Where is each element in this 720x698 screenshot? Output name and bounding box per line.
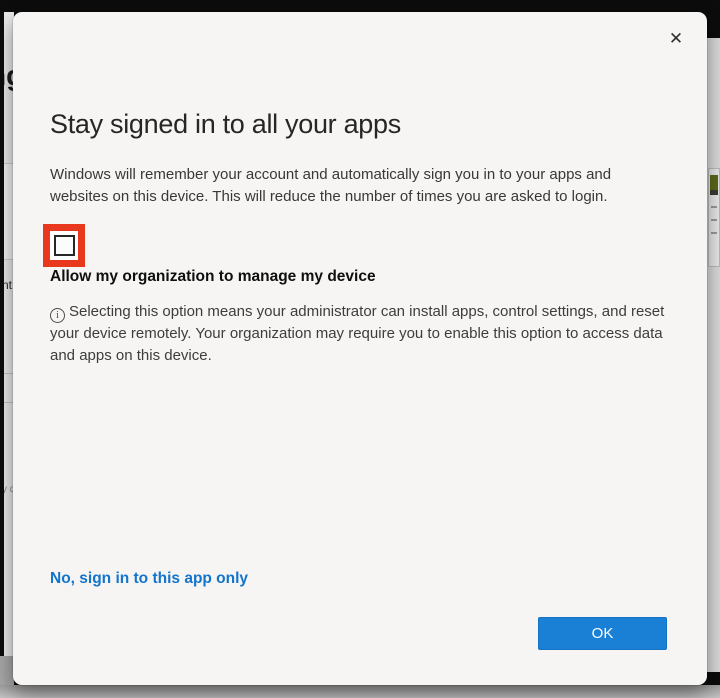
dialog-description: Windows will remember your account and a… xyxy=(50,164,656,208)
background-thumbnail-fragment xyxy=(710,175,718,190)
background-text-line xyxy=(711,206,717,208)
ok-button[interactable]: OK xyxy=(538,617,667,650)
backdrop-shadow-band xyxy=(0,685,720,698)
stay-signed-in-dialog: ✕ Stay signed in to all your apps Window… xyxy=(13,12,707,685)
background-card-fragment xyxy=(708,168,720,267)
background-page-right-sliver xyxy=(707,38,720,672)
close-icon[interactable]: ✕ xyxy=(663,26,689,52)
admin-info-text-body: Selecting this option means your adminis… xyxy=(50,303,664,364)
sign-in-this-app-only-link[interactable]: No, sign in to this app only xyxy=(50,570,248,588)
backdrop-shadow-corner xyxy=(0,656,14,685)
background-text-fragment: nt xyxy=(4,278,12,292)
manage-device-checkbox-label[interactable]: Allow my organization to manage my devic… xyxy=(50,268,376,286)
info-icon: i xyxy=(50,308,65,323)
manage-device-checkbox[interactable] xyxy=(54,235,75,256)
highlight-annotation xyxy=(43,224,85,267)
background-text-line xyxy=(711,232,717,234)
background-text-line xyxy=(711,219,717,221)
dialog-title: Stay signed in to all your apps xyxy=(50,109,401,140)
background-thumbnail-band xyxy=(710,190,718,195)
admin-info-text: iSelecting this option means your admini… xyxy=(50,301,668,367)
